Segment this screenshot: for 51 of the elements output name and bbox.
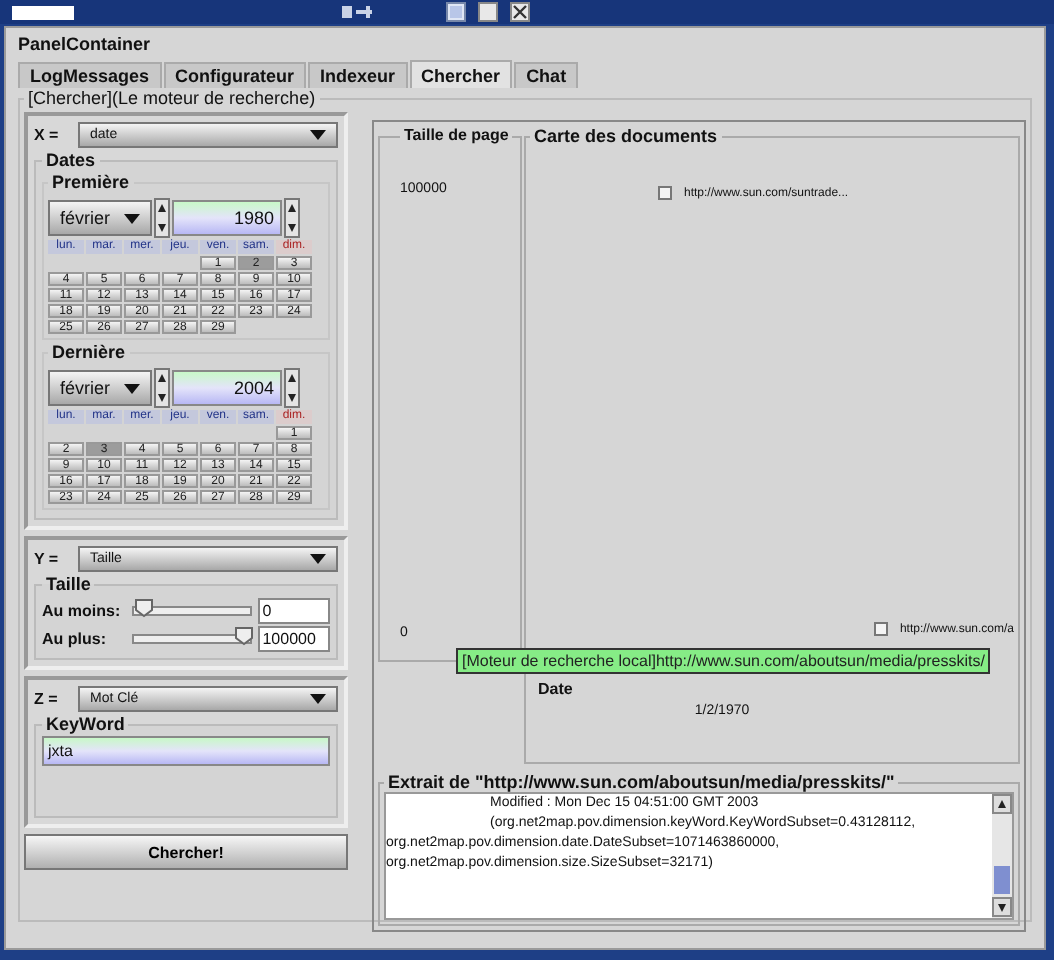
axis-title: Date — [536, 680, 575, 698]
caret-icon — [124, 213, 140, 223]
caret-icon — [310, 694, 326, 704]
slider-label: Au moins: — [42, 601, 123, 619]
axis-label: X = — [34, 126, 61, 144]
checkbox[interactable] — [873, 622, 888, 636]
checkbox[interactable] — [658, 186, 672, 200]
tab[interactable]: Chat — [514, 62, 579, 88]
caret-icon — [310, 554, 326, 564]
year-field[interactable]: 1980 — [172, 200, 282, 236]
slider-thumb[interactable] — [134, 597, 155, 617]
search-button[interactable]: Chercher! — [24, 834, 348, 870]
title-field — [12, 5, 74, 19]
tab[interactable]: LogMessages — [18, 62, 162, 88]
calendar-title: Dernière — [50, 342, 128, 362]
value-field[interactable]: 0 — [258, 597, 330, 623]
slider-thumb[interactable] — [234, 625, 255, 645]
scrollbar[interactable] — [992, 794, 1012, 918]
close-button[interactable] — [510, 2, 530, 22]
caret-icon — [124, 383, 140, 393]
spinner-arrows-icon[interactable] — [284, 368, 300, 408]
axis-label: Z = — [34, 690, 60, 708]
spinner-arrows-icon[interactable] — [284, 198, 300, 238]
caret-icon — [310, 130, 326, 140]
spinner-arrows-icon[interactable] — [154, 198, 170, 238]
axis-label: Y = — [34, 550, 61, 568]
month-dropdown[interactable]: février — [48, 370, 152, 406]
tab[interactable]: Chercher — [409, 60, 513, 88]
minimize-button[interactable] — [446, 2, 466, 22]
slider-label: Au plus: — [42, 629, 108, 647]
calendar-title: Première — [50, 172, 132, 192]
panel-title: [Chercher](Le moteur de recherche) — [26, 88, 318, 108]
group-title: Dates — [44, 150, 98, 170]
slider-track[interactable] — [132, 605, 253, 615]
year-field[interactable]: 2004 — [172, 370, 282, 406]
tooltip: [Moteur de recherche local]http://www.sun.com/aboutsun/media/presskits/ — [456, 648, 991, 674]
map-title: Carte des documents — [532, 126, 720, 146]
group-title: KeyWord — [44, 714, 127, 734]
axis-title: Taille de page — [402, 126, 511, 146]
value-field[interactable]: 100000 — [258, 625, 330, 651]
tab[interactable]: Indexeur — [308, 62, 408, 88]
group-title: Taille — [44, 574, 93, 594]
container-title: PanelContainer — [18, 32, 153, 58]
extract-title: Extrait de "http://www.sun.com/aboutsun/media/presskits/" — [386, 772, 897, 792]
spinner-arrows-icon[interactable] — [154, 368, 170, 408]
month-dropdown[interactable]: février — [48, 200, 152, 236]
keyword-field[interactable]: jxta — [42, 736, 330, 766]
window-icon — [342, 4, 374, 20]
tab[interactable]: Configurateur — [163, 62, 307, 88]
slider-track[interactable] — [132, 633, 253, 643]
maximize-button[interactable] — [478, 2, 498, 22]
